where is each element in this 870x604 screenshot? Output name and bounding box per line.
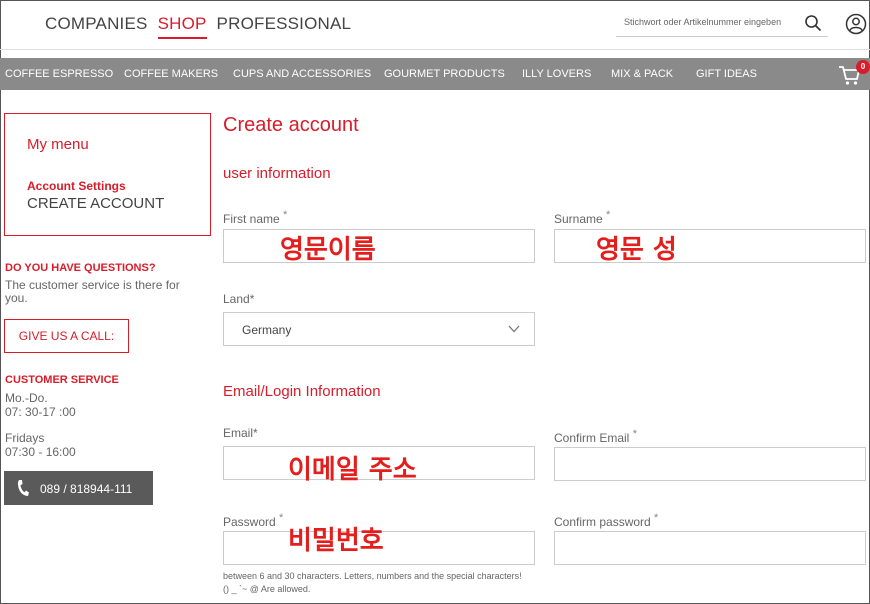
land-select-value: Germany <box>242 323 292 337</box>
user-information-title: user information <box>223 165 331 182</box>
page-title: Create account <box>223 114 359 136</box>
cart-count-badge: 0 <box>856 60 870 74</box>
land-label: Land* <box>223 292 255 306</box>
phone-button[interactable]: 089 / 818944-111 <box>4 471 153 505</box>
category-bar: COFFEE ESPRESSO COFFEE MAKERS CUPS AND A… <box>0 58 870 90</box>
tab-shop[interactable]: SHOP <box>157 14 207 39</box>
category-gourmet-products[interactable]: GOURMET PRODUCTS <box>384 68 505 80</box>
confirm-email-input[interactable] <box>554 447 866 481</box>
first-name-input[interactable] <box>223 229 535 263</box>
tab-professional[interactable]: PROFESSIONAL <box>217 14 352 39</box>
questions-title: DO YOU HAVE QUESTIONS? <box>5 262 156 274</box>
surname-label: Surname * <box>554 209 611 226</box>
category-coffee-makers[interactable]: COFFEE MAKERS <box>124 68 218 80</box>
category-coffee-espresso[interactable]: COFFEE ESPRESSO <box>5 68 113 80</box>
confirm-password-input[interactable] <box>554 531 866 565</box>
create-account-link[interactable]: CREATE ACCOUNT <box>27 195 164 212</box>
my-menu-panel: My menu Account Settings CREATE ACCOUNT <box>4 113 211 236</box>
chevron-down-icon <box>508 325 520 333</box>
questions-text: The customer service is there for you. <box>5 278 180 305</box>
hours-days-weekdays: Mo.-Do. <box>5 391 48 405</box>
hours-days-friday: Fridays <box>5 431 45 445</box>
search-icon[interactable] <box>804 14 822 32</box>
category-cups-accessories[interactable]: CUPS AND ACCESSORIES <box>233 68 371 80</box>
confirm-email-label: Confirm Email * <box>554 428 637 445</box>
password-label: Password * <box>223 512 284 529</box>
confirm-password-label: Confirm password * <box>554 512 659 529</box>
email-login-title: Email/Login Information <box>223 383 381 400</box>
first-name-label: First name * <box>223 209 288 226</box>
brand-nav: COMPANIES SHOP PROFESSIONAL <box>45 14 351 39</box>
annotation-first-name: 영문이름 <box>280 235 376 265</box>
user-account-icon[interactable] <box>845 13 867 35</box>
phone-number: 089 / 818944-111 <box>40 482 133 496</box>
password-hint: between 6 and 30 characters. Letters, nu… <box>223 571 522 594</box>
hours-time-weekdays: 07: 30-17 :00 <box>5 405 76 419</box>
top-header: COMPANIES SHOP PROFESSIONAL Stichwort od… <box>0 0 870 50</box>
account-settings-label[interactable]: Account Settings <box>27 179 126 193</box>
hours-time-friday: 07:30 - 16:00 <box>5 445 76 459</box>
give-us-a-call-button[interactable]: GIVE US A CALL: <box>4 319 129 353</box>
category-gift-ideas[interactable]: GIFT IDEAS <box>696 68 757 80</box>
land-select[interactable]: Germany <box>223 312 535 346</box>
tab-companies[interactable]: COMPANIES <box>45 14 148 39</box>
category-mix-pack[interactable]: MIX & PACK <box>611 68 673 80</box>
search-input[interactable]: Stichwort oder Artikelnummer eingeben <box>616 11 828 37</box>
my-menu-title: My menu <box>27 136 89 153</box>
phone-icon <box>17 480 29 496</box>
annotation-email: 이메일 주소 <box>288 455 417 485</box>
annotation-password: 비밀번호 <box>288 526 384 556</box>
category-illy-lovers[interactable]: ILLY LOVERS <box>522 68 591 80</box>
email-label: Email* <box>223 426 258 440</box>
customer-service-title: CUSTOMER SERVICE <box>5 374 119 386</box>
annotation-surname: 영문 성 <box>596 235 677 265</box>
